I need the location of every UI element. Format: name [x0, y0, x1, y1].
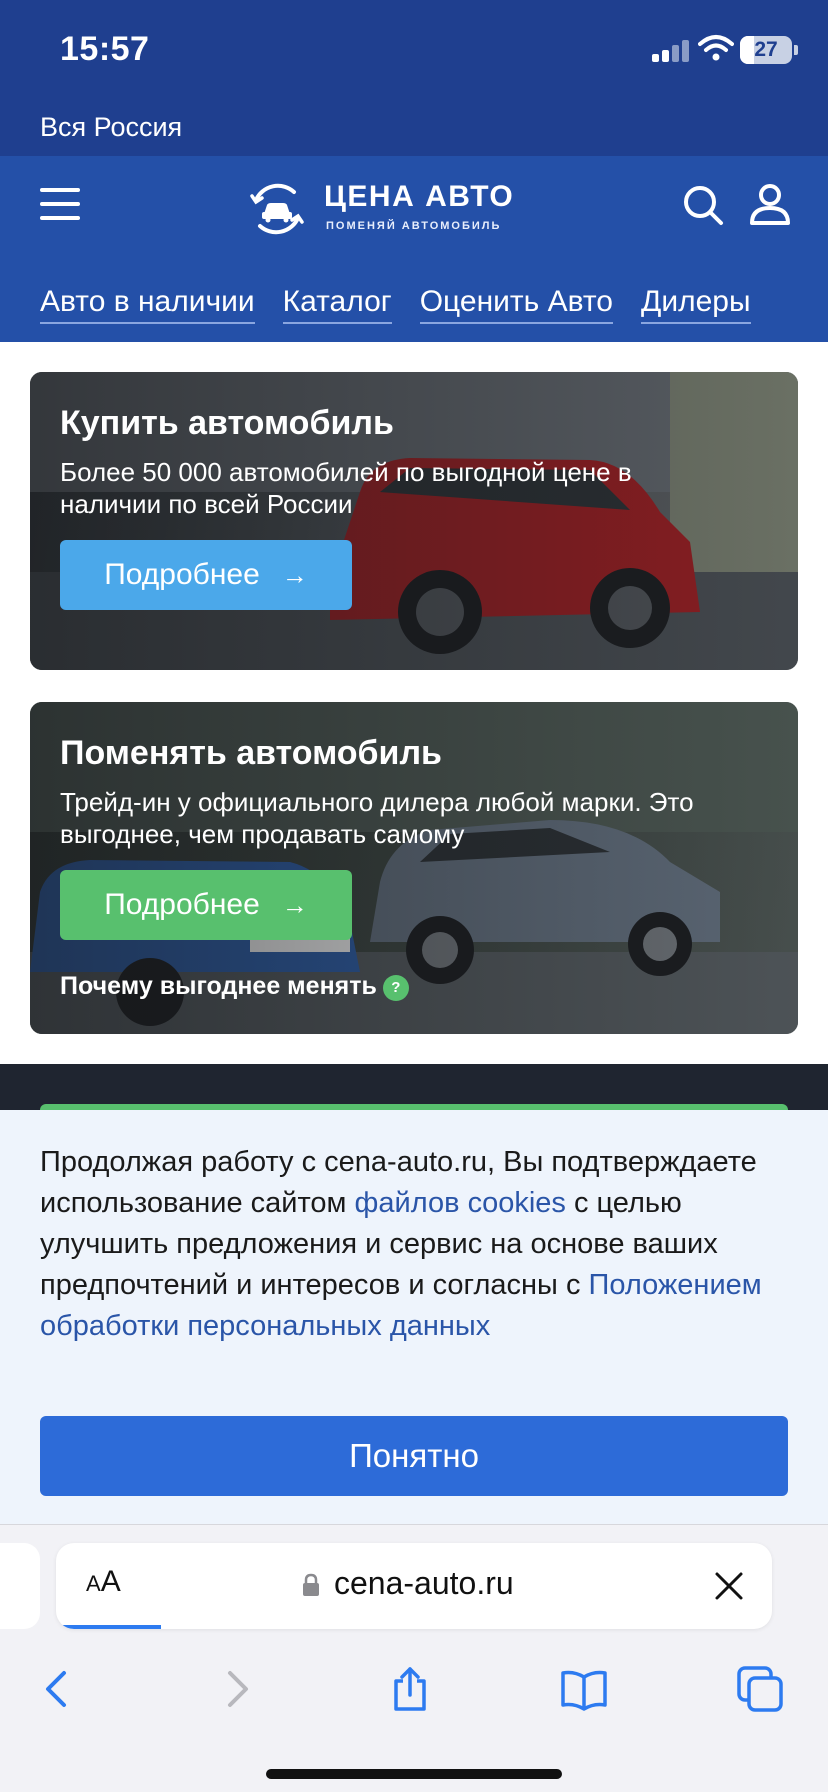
cookie-accept-button[interactable]: Понятно [40, 1416, 788, 1496]
nav-item-dealers[interactable]: Дилеры [641, 284, 751, 324]
card-title: Поменять автомобиль [60, 734, 442, 772]
battery-nub [794, 45, 798, 55]
forward-icon[interactable] [212, 1665, 260, 1713]
tabs-icon[interactable] [736, 1665, 784, 1713]
lock-icon [303, 1573, 319, 1596]
address-bar[interactable]: AA cena-auto.ru [56, 1543, 772, 1629]
url-text[interactable]: cena-auto.ru [334, 1565, 514, 1602]
bookmarks-icon[interactable] [560, 1665, 608, 1713]
card-description: Более 50 000 автомобилей по выгодной цен… [60, 457, 632, 519]
text-size-button[interactable]: AA [86, 1565, 121, 1599]
trade-in-card[interactable]: Поменять автомобиль Трейд-ин у официальн… [30, 702, 798, 1034]
share-icon[interactable] [386, 1665, 434, 1713]
logo-subtitle: ПОМЕНЯЙ АВТОМОБИЛЬ [326, 220, 502, 232]
nav-item-catalog[interactable]: Каталог [282, 284, 392, 324]
trade-in-details-button[interactable]: Подробнее → [60, 870, 352, 940]
wifi-icon [698, 35, 734, 61]
search-icon[interactable] [682, 184, 724, 226]
cookie-text: Продолжая работу с cena-auto.ru, Вы подт… [40, 1142, 800, 1347]
user-icon[interactable] [748, 182, 792, 226]
buy-details-button[interactable]: Подробнее → [60, 540, 352, 610]
close-icon[interactable] [712, 1569, 746, 1603]
buy-car-card[interactable]: Купить автомобиль Более 50 000 автомобил… [30, 372, 798, 670]
battery-icon: 27 [740, 36, 792, 64]
nav-item-evaluate-car[interactable]: Оценить Авто [419, 284, 613, 324]
cookies-link[interactable]: файлов cookies [355, 1187, 566, 1219]
browser-toolbar [0, 1655, 828, 1731]
arrow-right-icon: → [281, 560, 308, 590]
button-label: Подробнее [104, 558, 260, 591]
why-trade-in-label: Почему выгоднее менять [60, 972, 377, 1000]
help-icon[interactable]: ? [382, 975, 409, 1001]
button-label: Подробнее [104, 888, 260, 921]
nav-item-cars-in-stock[interactable]: Авто в наличии [40, 284, 255, 324]
cookie-banner: Продолжая работу с cena-auto.ru, Вы подт… [0, 1110, 828, 1524]
home-indicator [266, 1769, 562, 1779]
card-title: Купить автомобиль [60, 404, 394, 442]
site-header: ЦЕНА АВТО ПОМЕНЯЙ АВТОМОБИЛЬ Авто в нали… [0, 156, 828, 342]
browser-bar: AA cena-auto.ru [0, 1524, 828, 1792]
cellular-signal-icon [652, 40, 692, 62]
back-icon[interactable] [34, 1665, 82, 1713]
why-trade-in-link[interactable]: Почему выгоднее менять? [60, 972, 409, 1001]
battery-level: 27 [754, 38, 778, 61]
status-bar: 15:57 27 [0, 0, 828, 102]
region-bar[interactable]: Вся Россия [0, 102, 828, 156]
previous-tab-peek[interactable] [0, 1543, 40, 1629]
card-description: Трейд-ин у официального дилера любой мар… [60, 787, 694, 849]
logo-car-icon [250, 183, 304, 235]
battery-fill [740, 36, 755, 64]
main-nav: Авто в наличии Каталог Оценить Авто Дилеры [40, 284, 779, 330]
menu-icon[interactable] [40, 186, 82, 222]
site-logo[interactable]: ЦЕНА АВТО ПОМЕНЯЙ АВТОМОБИЛЬ [248, 178, 518, 238]
logo-title: ЦЕНА АВТО [324, 180, 515, 213]
arrow-right-icon: → [281, 890, 308, 920]
page-load-progress [56, 1625, 161, 1629]
status-time: 15:57 [60, 30, 150, 68]
region-label[interactable]: Вся Россия [40, 112, 182, 143]
